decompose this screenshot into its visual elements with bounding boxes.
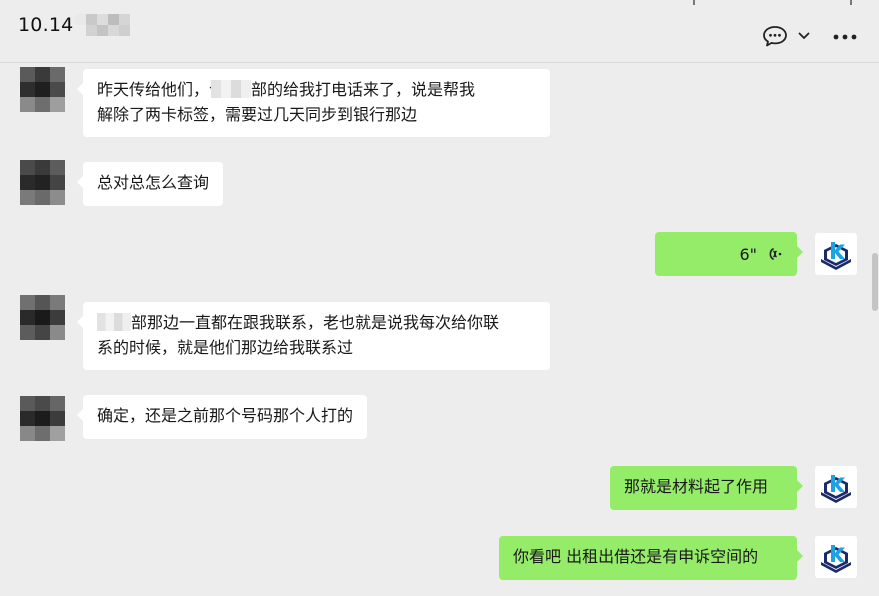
message-text-line: 昨天传给他们，今天 部的给我打电话来了，说是帮我 <box>97 77 536 102</box>
message-text-line: 系的时候，就是他们那边给我联系过 <box>97 338 354 357</box>
chat-title: 10.14 <box>18 14 74 36</box>
message-bubble[interactable]: 那就是材料起了作用 <box>610 466 803 510</box>
avatar[interactable] <box>20 396 65 441</box>
k-logo-icon <box>821 545 851 573</box>
message-text: 部的给我打电话来了，说是帮我 <box>251 80 476 99</box>
message-text-line: 解除了两卡标签，需要过几天同步到银行那边 <box>97 105 418 124</box>
message-text: 总对总怎么查询 <box>97 173 210 192</box>
chat-header: 10.14 <box>0 0 879 63</box>
k-logo-icon <box>821 242 851 270</box>
avatar[interactable] <box>815 233 857 275</box>
more-dots-icon[interactable] <box>832 29 858 45</box>
message-bubble[interactable]: 昨天传给他们，今天 部的给我打电话来了，说是帮我 解除了两卡标签，需要过几天同步到… <box>77 69 550 137</box>
message-text: 你看吧 出租出借还是有申诉空间的 <box>513 547 759 566</box>
chat-bubble-icon[interactable] <box>762 25 788 47</box>
chat-title-area: 10.14 <box>18 14 142 36</box>
message-bubble[interactable]: 确定，还是之前那个号码那个人打的 <box>76 395 368 439</box>
message-text: 确定，还是之前那个号码那个人打的 <box>97 406 354 425</box>
message-text: 部那边一直都在跟我联系，老也就是说我每次给你联 <box>131 313 500 332</box>
window-edge-mark <box>850 0 852 5</box>
redacted-text <box>97 313 131 331</box>
message-text: 那就是材料起了作用 <box>624 477 769 496</box>
avatar[interactable] <box>20 295 65 340</box>
message-bubble[interactable]: 总对总怎么查询 <box>76 162 224 206</box>
avatar[interactable] <box>815 536 857 578</box>
voice-wave-icon <box>769 248 782 260</box>
voice-duration: 6" <box>739 244 757 264</box>
chat-window: 10.14 昨天传给他们，今天 部的给我打电话来了，说是帮我 解除了两卡标签，需… <box>0 0 879 596</box>
window-edge-mark <box>693 0 695 5</box>
message-bubble[interactable]: 你看吧 出租出借还是有申诉空间的 <box>499 536 803 580</box>
avatar[interactable] <box>815 466 857 508</box>
avatar[interactable] <box>20 67 65 112</box>
message-list[interactable]: 昨天传给他们，今天 部的给我打电话来了，说是帮我 解除了两卡标签，需要过几天同步到… <box>0 63 879 596</box>
redacted-text <box>211 80 252 98</box>
voice-message-bubble[interactable]: 6" <box>655 232 803 276</box>
chevron-down-icon[interactable] <box>798 31 810 41</box>
redacted-title-mosaic <box>75 14 142 36</box>
message-bubble[interactable]: 部那边一直都在跟我联系，老也就是说我每次给你联 系的时候，就是他们那边给我联系过 <box>77 302 550 370</box>
k-logo-icon <box>821 475 851 503</box>
avatar[interactable] <box>20 160 65 205</box>
message-text-line: 部那边一直都在跟我联系，老也就是说我每次给你联 <box>97 310 536 335</box>
scrollbar-thumb[interactable] <box>872 253 878 311</box>
